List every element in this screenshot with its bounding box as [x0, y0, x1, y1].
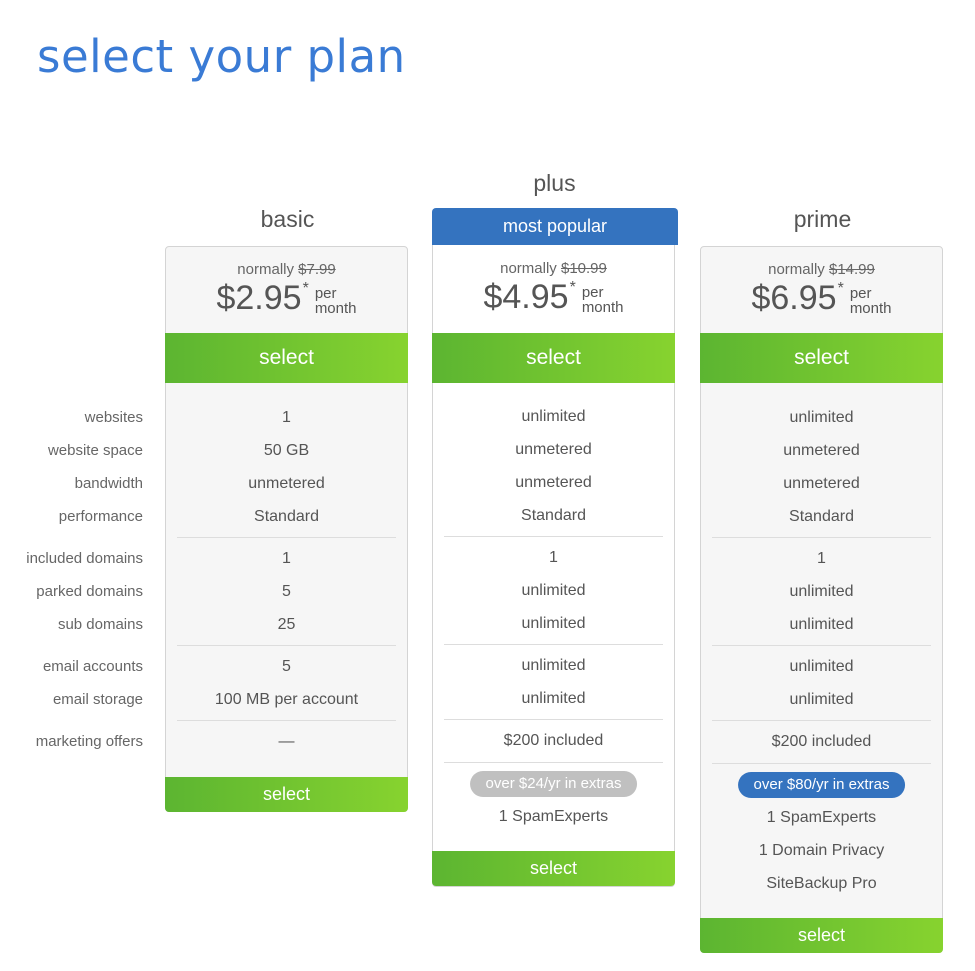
select-button-plus-top[interactable]: select: [432, 333, 675, 383]
select-button-prime-top[interactable]: select: [700, 333, 943, 383]
divider: [177, 720, 396, 721]
value-performance: Standard: [521, 507, 586, 524]
price: $4.95: [483, 278, 569, 316]
per-month: per month: [582, 285, 624, 315]
extra-item: 1 Domain Privacy: [758, 842, 885, 859]
value-performance: Standard: [254, 508, 319, 525]
value-marketing-offers: $200 included: [771, 733, 872, 750]
price-row: $6.95 * per month: [701, 278, 942, 318]
most-popular-badge: most popular: [432, 208, 678, 245]
extra-item: 1 SpamExperts: [498, 808, 609, 825]
value-bandwidth: unmetered: [783, 475, 860, 492]
divider: [444, 536, 663, 537]
value-performance: Standard: [789, 508, 854, 525]
divider: [177, 645, 396, 646]
strikethrough-price: $7.99: [298, 261, 336, 278]
plan-name-prime: prime: [793, 206, 852, 232]
value-sub-domains: unlimited: [521, 615, 586, 632]
price: $2.95: [216, 279, 302, 317]
month-label: month: [314, 300, 357, 317]
extra-item: SiteBackup Pro: [766, 875, 877, 892]
value-parked-domains: 5: [282, 583, 291, 600]
divider: [444, 644, 663, 645]
value-parked-domains: unlimited: [789, 583, 854, 600]
month-label: month: [581, 299, 624, 316]
feature-label: website space: [47, 442, 143, 459]
select-button-basic-top[interactable]: select: [165, 333, 408, 383]
extra-item: 1 SpamExperts: [766, 809, 877, 826]
feature-label: websites: [84, 409, 143, 426]
divider: [177, 537, 396, 538]
asterisk: *: [302, 280, 309, 297]
divider: [712, 645, 931, 646]
feature-label: parked domains: [36, 583, 143, 600]
normal-price: normally $10.99: [433, 260, 674, 277]
value-email-accounts: unlimited: [789, 658, 854, 675]
divider: [712, 720, 931, 721]
plan-card-plus: normally $10.99 $4.95 * per month select…: [432, 245, 675, 887]
value-websites: 1: [282, 409, 291, 426]
select-button-basic-bottom[interactable]: select: [165, 777, 408, 812]
value-sub-domains: unlimited: [789, 616, 854, 633]
value-bandwidth: unmetered: [515, 474, 592, 491]
feature-label: included domains: [26, 550, 143, 567]
price-row: $2.95 * per month: [166, 278, 407, 318]
feature-label: email storage: [52, 691, 143, 708]
value-websites: unlimited: [789, 409, 854, 426]
value-sub-domains: 25: [277, 616, 296, 633]
month-label: month: [849, 300, 892, 317]
value-marketing-offers: $200 included: [503, 732, 604, 749]
value-website-space: unmetered: [515, 441, 592, 458]
value-email-storage: unlimited: [789, 691, 854, 708]
per-month: per month: [315, 286, 357, 316]
value-email-storage: 100 MB per account: [214, 691, 359, 708]
value-included-domains: 1: [282, 550, 291, 567]
plan-card-prime: normally $14.99 $6.95 * per month select…: [700, 246, 943, 953]
strikethrough-price: $14.99: [828, 261, 875, 278]
page-title: select your plan: [37, 30, 406, 83]
feature-label: marketing offers: [35, 733, 143, 750]
price: $6.95: [751, 279, 837, 317]
divider: [712, 537, 931, 538]
asterisk: *: [837, 280, 844, 297]
asterisk: *: [569, 279, 576, 296]
price-box: normally $7.99 $2.95 * per month: [166, 261, 407, 318]
value-website-space: 50 GB: [263, 442, 310, 459]
feature-label: email accounts: [42, 658, 143, 675]
plan-name-basic: basic: [260, 206, 315, 232]
price-row: $4.95 * per month: [433, 277, 674, 317]
select-button-prime-bottom[interactable]: select: [700, 918, 943, 953]
select-button-plus-bottom[interactable]: select: [432, 851, 675, 886]
divider: [444, 762, 663, 763]
normal-price: normally $14.99: [701, 261, 942, 278]
value-email-accounts: 5: [282, 658, 291, 675]
divider: [444, 719, 663, 720]
feature-label: performance: [58, 508, 143, 525]
value-included-domains: 1: [549, 549, 558, 566]
value-marketing-offers: —: [278, 733, 295, 750]
plan-name-plus: plus: [533, 170, 576, 196]
value-bandwidth: unmetered: [248, 475, 325, 492]
price-box: normally $14.99 $6.95 * per month: [701, 261, 942, 318]
value-email-storage: unlimited: [521, 690, 586, 707]
feature-label: bandwidth: [74, 475, 143, 492]
plan-card-basic: normally $7.99 $2.95 * per month select …: [165, 246, 408, 812]
value-included-domains: 1: [817, 550, 826, 567]
extras-badge: over $24/yr in extras: [469, 771, 638, 797]
value-website-space: unmetered: [783, 442, 860, 459]
per-month: per month: [850, 286, 892, 316]
value-email-accounts: unlimited: [521, 657, 586, 674]
value-parked-domains: unlimited: [521, 582, 586, 599]
normally-label: normally: [768, 261, 825, 278]
divider: [712, 763, 931, 764]
price-box: normally $10.99 $4.95 * per month: [433, 260, 674, 317]
strikethrough-price: $10.99: [560, 260, 607, 277]
normally-label: normally: [237, 261, 294, 278]
value-websites: unlimited: [521, 408, 586, 425]
extras-badge: over $80/yr in extras: [737, 772, 906, 798]
normal-price: normally $7.99: [166, 261, 407, 278]
normally-label: normally: [500, 260, 557, 277]
feature-label: sub domains: [57, 616, 143, 633]
